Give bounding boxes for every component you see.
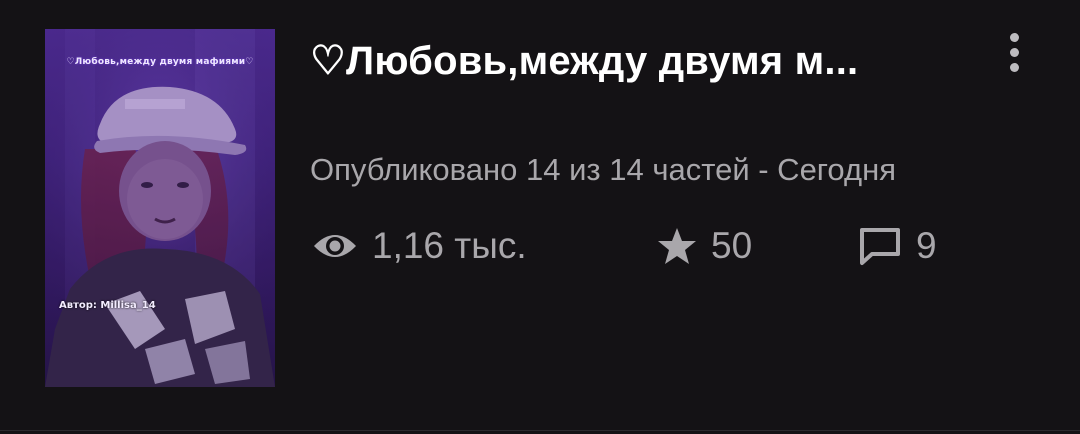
more-vertical-icon — [1009, 32, 1019, 42]
views-stat: 1,16 тыс. — [312, 222, 527, 270]
views-count: 1,16 тыс. — [372, 225, 527, 266]
cover-title-text: ♡Любовь,между двумя мафиями♡ — [66, 57, 254, 67]
story-card[interactable]: ♡Любовь,между двумя мафиями♡ Автор: Mill… — [0, 0, 1080, 434]
card-divider — [0, 430, 1080, 431]
votes-stat: 50 — [657, 222, 752, 270]
comments-count: 9 — [916, 225, 937, 266]
cover-artwork — [45, 29, 275, 387]
more-vertical-icon-dot — [1009, 47, 1019, 57]
votes-count: 50 — [711, 225, 753, 266]
comments-stat: 9 — [858, 222, 937, 270]
star-icon — [657, 227, 697, 265]
cover-author-text: Автор: Millisa_14 — [59, 300, 156, 311]
story-title[interactable]: ♡Любовь,между двумя м... — [310, 38, 970, 84]
publish-status: Опубликовано 14 из 14 частей - Сегодня — [310, 152, 896, 187]
more-vertical-icon-dot — [1009, 62, 1019, 72]
comment-icon — [858, 226, 902, 266]
eye-icon — [312, 230, 358, 262]
more-options-button[interactable] — [996, 24, 1032, 80]
story-cover-image[interactable]: ♡Любовь,между двумя мафиями♡ Автор: Mill… — [45, 29, 275, 387]
